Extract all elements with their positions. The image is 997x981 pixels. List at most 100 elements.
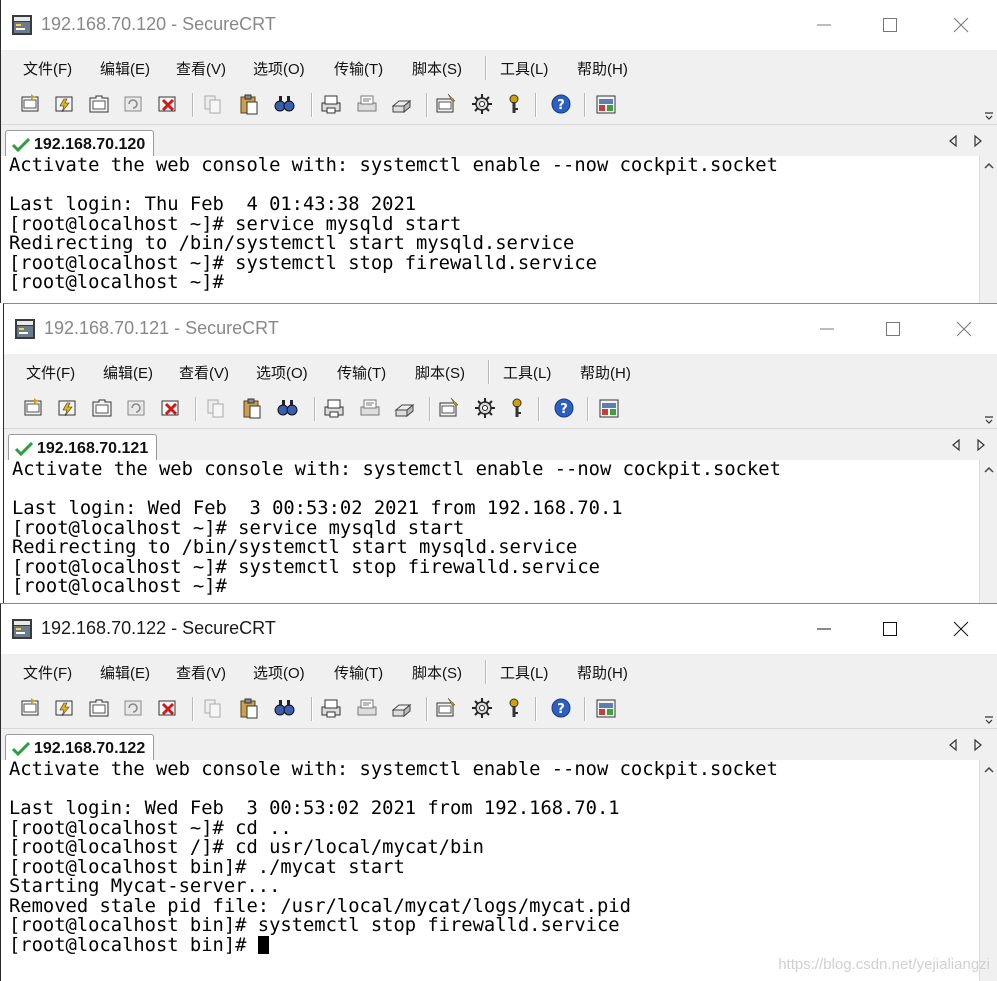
- menu-script[interactable]: 脚本(S): [415, 362, 465, 383]
- global-options-button[interactable]: [469, 695, 495, 721]
- menu-view[interactable]: 查看(V): [179, 362, 229, 383]
- help-button[interactable]: ?: [551, 395, 577, 421]
- toolbar-overflow-icon[interactable]: [984, 712, 994, 724]
- reconnect-button[interactable]: [120, 91, 146, 117]
- connect-button[interactable]: [18, 91, 44, 117]
- vertical-scrollbar[interactable]: [979, 760, 997, 981]
- find-button[interactable]: [274, 395, 300, 421]
- tab-scroll-right-icon[interactable]: [975, 438, 987, 452]
- maximize-button[interactable]: [859, 608, 921, 650]
- menu-edit[interactable]: 编辑(E): [103, 362, 153, 383]
- disconnect-button[interactable]: [158, 395, 184, 421]
- terminal-output[interactable]: Activate the web console with: systemctl…: [1, 156, 980, 303]
- menu-tools[interactable]: 工具(L): [500, 58, 548, 79]
- session-options-button[interactable]: [433, 695, 459, 721]
- menu-edit[interactable]: 编辑(E): [100, 662, 150, 683]
- print-button[interactable]: [318, 695, 344, 721]
- print-button[interactable]: [318, 91, 344, 117]
- menu-options[interactable]: 选项(O): [253, 58, 305, 79]
- session-tab[interactable]: 192.168.70.121: [8, 434, 158, 462]
- print-setup-button[interactable]: [391, 395, 417, 421]
- tab-scroll-left-icon[interactable]: [947, 134, 959, 148]
- securecrt-window-2[interactable]: 192.168.70.121 - SecureCRT 文件(F) 编辑(E) 查…: [3, 303, 997, 604]
- menu-script[interactable]: 脚本(S): [412, 58, 462, 79]
- menu-file[interactable]: 文件(F): [26, 362, 75, 383]
- menu-transfer[interactable]: 传输(T): [334, 58, 383, 79]
- disconnect-button[interactable]: [155, 91, 181, 117]
- sftp-button[interactable]: [593, 91, 619, 117]
- menu-view[interactable]: 查看(V): [176, 58, 226, 79]
- scroll-up-icon[interactable]: [983, 160, 995, 172]
- menu-transfer[interactable]: 传输(T): [337, 362, 386, 383]
- help-button[interactable]: ?: [548, 695, 574, 721]
- maximize-button[interactable]: [859, 4, 921, 46]
- minimize-button[interactable]: [793, 4, 855, 46]
- session-options-button[interactable]: [433, 91, 459, 117]
- menu-help[interactable]: 帮助(H): [577, 662, 628, 683]
- close-button[interactable]: [930, 608, 992, 650]
- paste-button[interactable]: [236, 695, 262, 721]
- sftp-button[interactable]: [593, 695, 619, 721]
- connect-in-tab-button[interactable]: [89, 395, 115, 421]
- menu-transfer[interactable]: 传输(T): [334, 662, 383, 683]
- key-map-button[interactable]: [504, 395, 530, 421]
- copy-button[interactable]: [203, 395, 229, 421]
- find-button[interactable]: [271, 695, 297, 721]
- menu-tools[interactable]: 工具(L): [500, 662, 548, 683]
- help-button[interactable]: ?: [548, 91, 574, 117]
- connect-button[interactable]: [18, 695, 44, 721]
- close-button[interactable]: [930, 4, 992, 46]
- connect-in-tab-button[interactable]: [86, 695, 112, 721]
- menu-script[interactable]: 脚本(S): [412, 662, 462, 683]
- session-tab[interactable]: 192.168.70.120: [5, 130, 155, 158]
- sftp-button[interactable]: [596, 395, 622, 421]
- print-setup-button[interactable]: [388, 695, 414, 721]
- session-options-button[interactable]: [436, 395, 462, 421]
- tab-scroll-right-icon[interactable]: [972, 738, 984, 752]
- title-bar[interactable]: 192.168.70.120 - SecureCRT: [1, 0, 997, 50]
- maximize-button[interactable]: [862, 308, 924, 350]
- global-options-button[interactable]: [469, 91, 495, 117]
- disconnect-button[interactable]: [155, 695, 181, 721]
- print-button[interactable]: [321, 395, 347, 421]
- menu-edit[interactable]: 编辑(E): [100, 58, 150, 79]
- scroll-up-icon[interactable]: [983, 464, 995, 476]
- tab-scroll-left-icon[interactable]: [947, 738, 959, 752]
- scroll-up-icon[interactable]: [983, 764, 995, 776]
- menu-help[interactable]: 帮助(H): [577, 58, 628, 79]
- global-options-button[interactable]: [472, 395, 498, 421]
- connect-button[interactable]: [21, 395, 47, 421]
- key-map-button[interactable]: [501, 695, 527, 721]
- reconnect-button[interactable]: [123, 395, 149, 421]
- title-bar[interactable]: 192.168.70.122 - SecureCRT: [1, 604, 997, 654]
- menu-help[interactable]: 帮助(H): [580, 362, 631, 383]
- key-map-button[interactable]: [501, 91, 527, 117]
- print-selection-button[interactable]: [357, 395, 383, 421]
- quick-connect-button[interactable]: [52, 91, 78, 117]
- menu-tools[interactable]: 工具(L): [503, 362, 551, 383]
- find-button[interactable]: [271, 91, 297, 117]
- connect-in-tab-button[interactable]: [86, 91, 112, 117]
- paste-button[interactable]: [236, 91, 262, 117]
- menu-options[interactable]: 选项(O): [253, 662, 305, 683]
- terminal-output[interactable]: Activate the web console with: systemctl…: [1, 760, 980, 981]
- vertical-scrollbar[interactable]: [979, 156, 997, 303]
- copy-button[interactable]: [200, 695, 226, 721]
- paste-button[interactable]: [239, 395, 265, 421]
- close-button[interactable]: [933, 308, 995, 350]
- minimize-button[interactable]: [793, 608, 855, 650]
- securecrt-window-1[interactable]: 192.168.70.120 - SecureCRT 文件(F) 编辑(E) 查…: [0, 0, 997, 303]
- terminal-output[interactable]: Activate the web console with: systemctl…: [4, 460, 980, 604]
- menu-file[interactable]: 文件(F): [23, 662, 72, 683]
- print-selection-button[interactable]: [354, 695, 380, 721]
- menu-file[interactable]: 文件(F): [23, 58, 72, 79]
- reconnect-button[interactable]: [120, 695, 146, 721]
- minimize-button[interactable]: [796, 308, 858, 350]
- print-selection-button[interactable]: [354, 91, 380, 117]
- menu-view[interactable]: 查看(V): [176, 662, 226, 683]
- toolbar-overflow-icon[interactable]: [984, 412, 994, 424]
- title-bar[interactable]: 192.168.70.121 - SecureCRT: [4, 304, 997, 354]
- quick-connect-button[interactable]: [55, 395, 81, 421]
- vertical-scrollbar[interactable]: [979, 460, 997, 604]
- session-tab[interactable]: 192.168.70.122: [5, 734, 155, 762]
